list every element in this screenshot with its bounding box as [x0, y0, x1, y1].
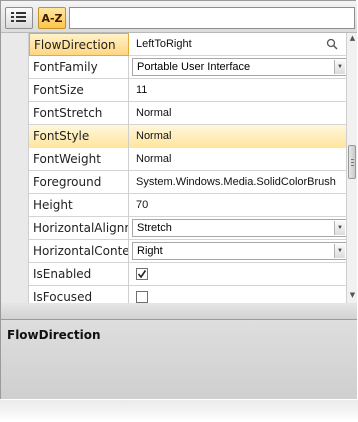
property-row-fontsize[interactable]: FontSize 11 [1, 79, 346, 102]
property-row-flowdirection[interactable]: FlowDirection LeftToRight [1, 33, 346, 56]
property-value[interactable]: Normal [129, 125, 346, 148]
property-name: FontStretch [29, 102, 129, 125]
property-name: FlowDirection [29, 33, 129, 56]
property-row-isfocused[interactable]: IsFocused [1, 286, 346, 303]
isfocused-checkbox[interactable] [136, 291, 148, 303]
alphabetical-label: A-Z [41, 11, 63, 25]
property-row-horizontalalignment[interactable]: HorizontalAlignme Stretch ▼ [1, 217, 346, 240]
row-gutter [1, 33, 29, 56]
property-name: Height [29, 194, 129, 217]
row-gutter [1, 79, 29, 102]
row-gutter [1, 125, 29, 148]
description-title: FlowDirection [7, 328, 101, 342]
property-name: Foreground [29, 171, 129, 194]
property-search-input[interactable] [69, 7, 355, 29]
property-name: IsFocused [29, 286, 129, 303]
grip-line [351, 165, 354, 166]
panel-reflection [0, 400, 358, 422]
row-gutter [1, 148, 29, 171]
scrollbar-thumb[interactable] [348, 145, 356, 179]
scroll-up-icon[interactable]: ▲ [348, 34, 357, 44]
property-row-fontstyle[interactable]: FontStyle Normal [1, 125, 346, 148]
chevron-down-icon[interactable]: ▼ [334, 244, 345, 258]
row-gutter [1, 240, 29, 263]
scroll-down-icon[interactable]: ▼ [348, 291, 357, 301]
categorized-view-button[interactable] [5, 7, 33, 29]
grip-line [351, 159, 354, 160]
property-value[interactable]: LeftToRight [129, 33, 346, 56]
property-row-foreground[interactable]: Foreground System.Windows.Media.SolidCol… [1, 171, 346, 194]
row-gutter [1, 56, 29, 79]
property-name: FontWeight [29, 148, 129, 171]
description-splitter[interactable] [1, 303, 357, 319]
property-value[interactable]: 11 [129, 79, 346, 102]
property-row-horizontalcontentalignment[interactable]: HorizontalConten Right ▼ [1, 240, 346, 263]
search-icon[interactable] [326, 36, 340, 50]
property-grid: A-Z FlowDirection LeftToRight FontFamily… [0, 0, 357, 399]
property-row-fontweight[interactable]: FontWeight Normal [1, 148, 346, 171]
property-name: FontSize [29, 79, 129, 102]
property-row-isenabled[interactable]: IsEnabled [1, 263, 346, 286]
property-row-fontstretch[interactable]: FontStretch Normal [1, 102, 346, 125]
row-gutter [1, 217, 29, 240]
property-row-height[interactable]: Height 70 [1, 194, 346, 217]
horizontalalignment-dropdown[interactable]: Stretch ▼ [132, 219, 346, 237]
property-value[interactable]: Normal [129, 102, 346, 125]
row-gutter [1, 194, 29, 217]
property-name: IsEnabled [29, 263, 129, 286]
description-panel: FlowDirection [1, 319, 357, 399]
combo-value: Stretch [137, 222, 172, 234]
combo-value: Right [137, 245, 163, 257]
combo-value: Portable User Interface [137, 61, 251, 73]
vertical-scrollbar[interactable]: ▲ ▼ [346, 33, 357, 303]
property-name: HorizontalAlignme [29, 217, 129, 240]
property-row-fontfamily[interactable]: FontFamily Portable User Interface ▼ [1, 56, 346, 79]
toolbar: A-Z [1, 1, 357, 33]
value-text: LeftToRight [136, 38, 192, 50]
property-name: FontFamily [29, 56, 129, 79]
grip-line [351, 162, 354, 163]
row-gutter [1, 286, 29, 303]
categorized-list-icon [11, 11, 27, 26]
chevron-down-icon[interactable]: ▼ [334, 60, 345, 74]
fontfamily-dropdown[interactable]: Portable User Interface ▼ [132, 58, 346, 76]
checkmark-icon [137, 270, 147, 279]
row-gutter [1, 102, 29, 125]
property-value[interactable]: Normal [129, 148, 346, 171]
alphabetical-view-button[interactable]: A-Z [38, 7, 66, 29]
property-value[interactable]: System.Windows.Media.SolidColorBrush [129, 171, 346, 194]
property-value[interactable]: 70 [129, 194, 346, 217]
row-gutter [1, 263, 29, 286]
property-name: FontStyle [29, 125, 129, 148]
horizontalcontentalignment-dropdown[interactable]: Right ▼ [132, 242, 346, 260]
isenabled-checkbox[interactable] [136, 268, 148, 280]
property-list: FlowDirection LeftToRight FontFamily Por… [1, 33, 346, 303]
row-gutter [1, 171, 29, 194]
property-name: HorizontalConten [29, 240, 129, 263]
chevron-down-icon[interactable]: ▼ [334, 221, 345, 235]
